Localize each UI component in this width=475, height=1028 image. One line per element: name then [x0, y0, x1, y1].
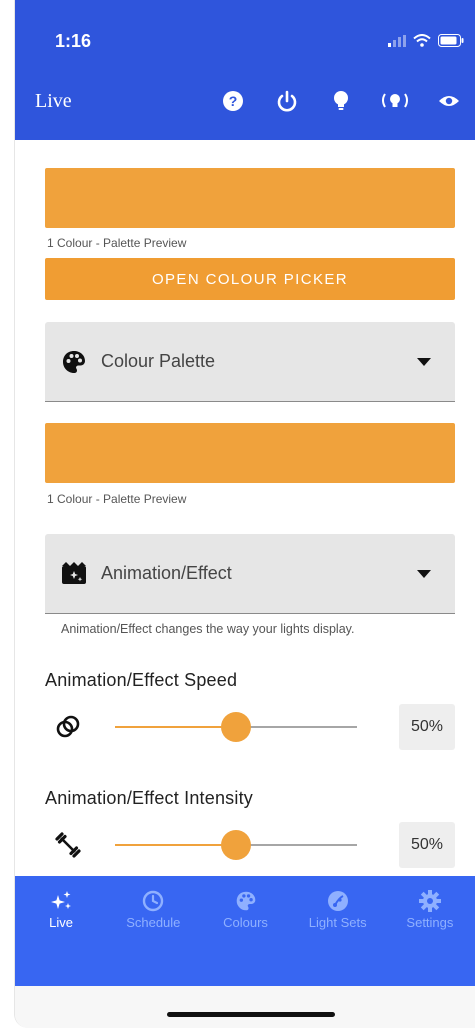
gear-icon — [418, 890, 441, 912]
colour-palette-label: Colour Palette — [101, 351, 216, 371]
home-indicator-area — [15, 986, 475, 1028]
palette-preview-caption: 1 Colour - Palette Preview — [47, 492, 187, 506]
speed-title: Animation/Effect Speed — [45, 670, 238, 690]
nav-item-colours[interactable]: Colours — [199, 876, 291, 940]
lightbulb-icon — [334, 91, 348, 110]
eye-icon — [439, 96, 459, 106]
phone-screen: 1:16 Live ? 1 Colour - Palette Preview O… — [14, 0, 475, 1028]
palette-preview-swatch — [45, 423, 455, 483]
svg-text:?: ? — [229, 93, 238, 109]
caret-down-icon — [417, 357, 431, 366]
broadcast-icon — [382, 93, 408, 108]
speed-slider-fill — [115, 726, 236, 728]
status-time: 1:16 — [55, 31, 92, 51]
bulb-button[interactable] — [314, 86, 368, 116]
top-bar: 1:16 Live ? — [15, 0, 475, 140]
speed-value: 50% — [399, 704, 455, 750]
open-colour-picker-button[interactable]: OPEN COLOUR PICKER — [45, 258, 455, 300]
animation-effect-helper: Animation/Effect changes the way your li… — [61, 622, 355, 636]
page-title: Live — [35, 90, 72, 112]
nav-item-light-sets[interactable]: Light Sets — [292, 876, 384, 940]
status-icons — [388, 34, 464, 47]
colour-palette-select[interactable]: Colour Palette — [45, 322, 455, 402]
header-actions: ? — [206, 86, 475, 116]
speed-slider-row: 50% — [45, 704, 455, 750]
battery-icon — [438, 34, 464, 47]
nav-item-settings[interactable]: Settings — [384, 876, 475, 940]
nav-label-schedule: Schedule — [126, 915, 181, 930]
caret-down-icon — [417, 569, 431, 578]
speed-slider-track[interactable] — [115, 712, 357, 742]
nav-label-colours: Colours — [223, 915, 268, 930]
clapperboard-icon — [61, 561, 87, 587]
wifi-icon — [413, 34, 431, 47]
nav-item-live[interactable]: Live — [15, 876, 107, 940]
power-icon — [277, 90, 297, 112]
colour-preview-caption: 1 Colour - Palette Preview — [47, 236, 187, 250]
palette-icon — [61, 349, 87, 375]
intensity-value: 50% — [399, 822, 455, 868]
intensity-title: Animation/Effect Intensity — [45, 788, 253, 808]
animation-effect-select[interactable]: Animation/Effect — [45, 534, 455, 614]
nav-label-light-sets: Light Sets — [308, 915, 367, 930]
home-indicator[interactable] — [167, 1012, 335, 1017]
speed-slider-thumb[interactable] — [221, 712, 251, 742]
rings-icon — [56, 715, 80, 738]
palette-icon — [236, 891, 255, 911]
intensity-slider-row: 50% — [45, 822, 455, 868]
lightbulb-icon — [327, 891, 348, 911]
sparkles-icon — [51, 891, 72, 909]
colour-preview-swatch — [45, 168, 455, 228]
power-button[interactable] — [260, 86, 314, 116]
broadcast-button[interactable] — [368, 86, 422, 116]
nav-label-live: Live — [49, 915, 74, 930]
nav-label-settings: Settings — [406, 915, 454, 930]
nav-item-schedule[interactable]: Schedule — [107, 876, 199, 940]
help-button[interactable]: ? — [206, 86, 260, 116]
intensity-slider-fill — [115, 844, 236, 846]
signal-icon — [388, 34, 406, 47]
dumbbell-icon — [55, 832, 81, 858]
animation-effect-label: Animation/Effect — [101, 563, 232, 583]
intensity-slider-thumb[interactable] — [221, 830, 251, 860]
help-icon: ? — [223, 91, 243, 111]
bottom-navigation: Live Schedule Colours Light Sets Setting… — [15, 876, 475, 986]
intensity-slider-track[interactable] — [115, 830, 357, 860]
clock-icon — [143, 890, 164, 912]
visibility-button[interactable] — [422, 86, 475, 116]
